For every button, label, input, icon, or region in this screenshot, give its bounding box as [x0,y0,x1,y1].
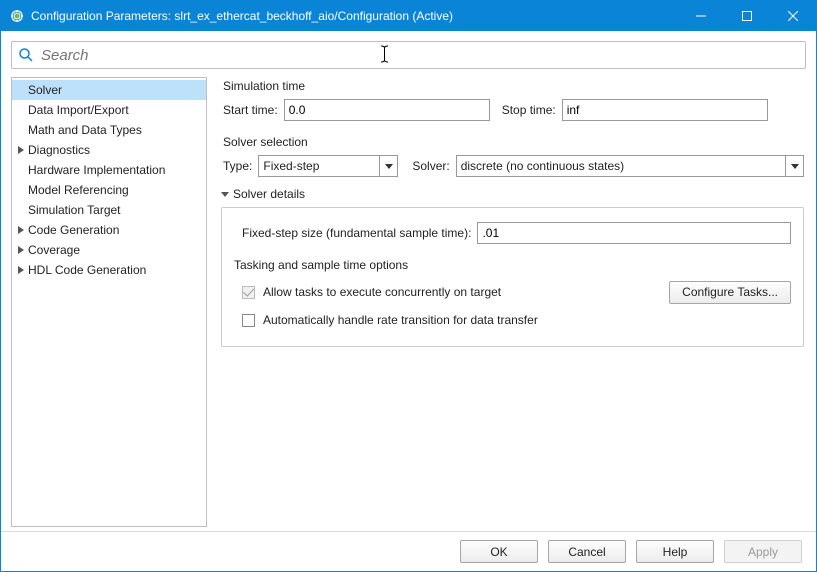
sidebar-item-label: Model Referencing [26,183,129,197]
sidebar-item-solver[interactable]: Solver [12,80,206,100]
type-label: Type: [223,159,252,173]
sidebar-item-simulation-target[interactable]: Simulation Target [12,200,206,220]
step-size-label: Fixed-step size (fundamental sample time… [242,226,471,240]
sim-time-heading: Simulation time [223,79,804,93]
start-time-input[interactable] [284,99,490,121]
sidebar-item-diagnostics[interactable]: Diagnostics [12,140,206,160]
sidebar-item-model-referencing[interactable]: Model Referencing [12,180,206,200]
triangle-right-icon[interactable] [16,146,26,154]
main-panel: Simulation time Start time: Stop time: S… [221,77,806,527]
stop-time-label: Stop time: [502,103,556,117]
start-time-label: Start time: [223,103,278,117]
solver-sel-heading: Solver selection [223,135,804,149]
search-field-wrap[interactable] [11,41,806,69]
config-params-window: Configuration Parameters: slrt_ex_etherc… [0,0,817,572]
help-button[interactable]: Help [636,540,714,563]
ok-button[interactable]: OK [460,540,538,563]
solver-details-disclosure[interactable]: Solver details [221,187,804,201]
window-title: Configuration Parameters: slrt_ex_etherc… [31,9,678,23]
apply-button: Apply [724,540,802,563]
solver-combo-value: discrete (no continuous states) [457,159,785,173]
titlebar: Configuration Parameters: slrt_ex_etherc… [1,1,816,31]
sidebar-item-code-generation[interactable]: Code Generation [12,220,206,240]
cancel-button[interactable]: Cancel [548,540,626,563]
sidebar-item-hdl-code-generation[interactable]: HDL Code Generation [12,260,206,280]
solver-details-panel: Fixed-step size (fundamental sample time… [221,207,804,347]
auto-rate-label: Automatically handle rate transition for… [263,313,538,327]
chevron-down-icon[interactable] [379,156,397,176]
triangle-right-icon[interactable] [16,226,26,234]
footer-separator [1,531,816,532]
allow-concurrent-label: Allow tasks to execute concurrently on t… [263,285,661,299]
auto-rate-checkbox[interactable] [242,314,255,327]
sidebar-item-label: Hardware Implementation [26,163,165,177]
text-cursor-icon [380,45,389,66]
triangle-down-icon [221,192,229,197]
search-input[interactable] [39,46,790,65]
sidebar-item-hardware-implementation[interactable]: Hardware Implementation [12,160,206,180]
sidebar-item-label: Math and Data Types [26,123,142,137]
step-size-input[interactable] [477,222,791,244]
allow-concurrent-checkbox [242,286,255,299]
footer-buttons: OK Cancel Help Apply [11,540,806,563]
sidebar-item-label: Coverage [26,243,80,257]
search-icon [18,47,34,63]
minimize-button[interactable] [678,1,724,31]
close-button[interactable] [770,1,816,31]
sidebar-item-label: HDL Code Generation [26,263,146,277]
body: Solver Data Import/Export Math and Data Ty… [1,31,816,571]
sidebar-item-label: Simulation Target [26,203,121,217]
sidebar-item-label: Diagnostics [26,143,90,157]
solver-label: Solver: [412,159,449,173]
category-tree[interactable]: Solver Data Import/Export Math and Data Ty… [11,77,207,527]
type-combo-value: Fixed-step [259,159,379,173]
tasking-heading: Tasking and sample time options [234,258,791,272]
sidebar-item-label: Solver [26,83,62,97]
triangle-right-icon[interactable] [16,266,26,274]
configure-tasks-button[interactable]: Configure Tasks... [669,281,791,304]
app-icon [9,8,25,24]
type-combo[interactable]: Fixed-step [258,155,398,177]
triangle-right-icon[interactable] [16,246,26,254]
sidebar-item-coverage[interactable]: Coverage [12,240,206,260]
sidebar-item-data-import-export[interactable]: Data Import/Export [12,100,206,120]
sidebar-item-label: Code Generation [26,223,119,237]
maximize-button[interactable] [724,1,770,31]
sidebar-item-label: Data Import/Export [26,103,129,117]
solver-details-heading: Solver details [233,187,305,201]
chevron-down-icon[interactable] [785,156,803,176]
sidebar-item-math-and-data-types[interactable]: Math and Data Types [12,120,206,140]
solver-combo[interactable]: discrete (no continuous states) [456,155,804,177]
stop-time-input[interactable] [562,99,768,121]
